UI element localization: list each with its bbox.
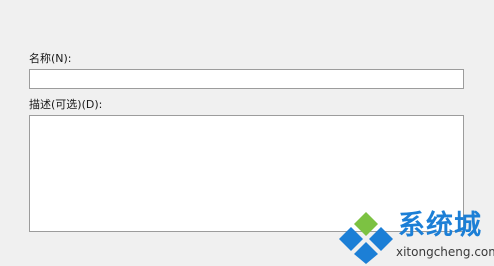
watermark-url: xitongcheng.com xyxy=(396,245,494,259)
diamond-logo-icon xyxy=(339,212,393,264)
watermark: 系统城 xitongcheng.com xyxy=(338,208,494,266)
name-label: 名称(N): xyxy=(29,52,72,65)
watermark-brand: 系统城 xyxy=(398,210,482,241)
name-input[interactable] xyxy=(29,69,464,89)
description-label: 描述(可选)(D): xyxy=(29,98,103,111)
